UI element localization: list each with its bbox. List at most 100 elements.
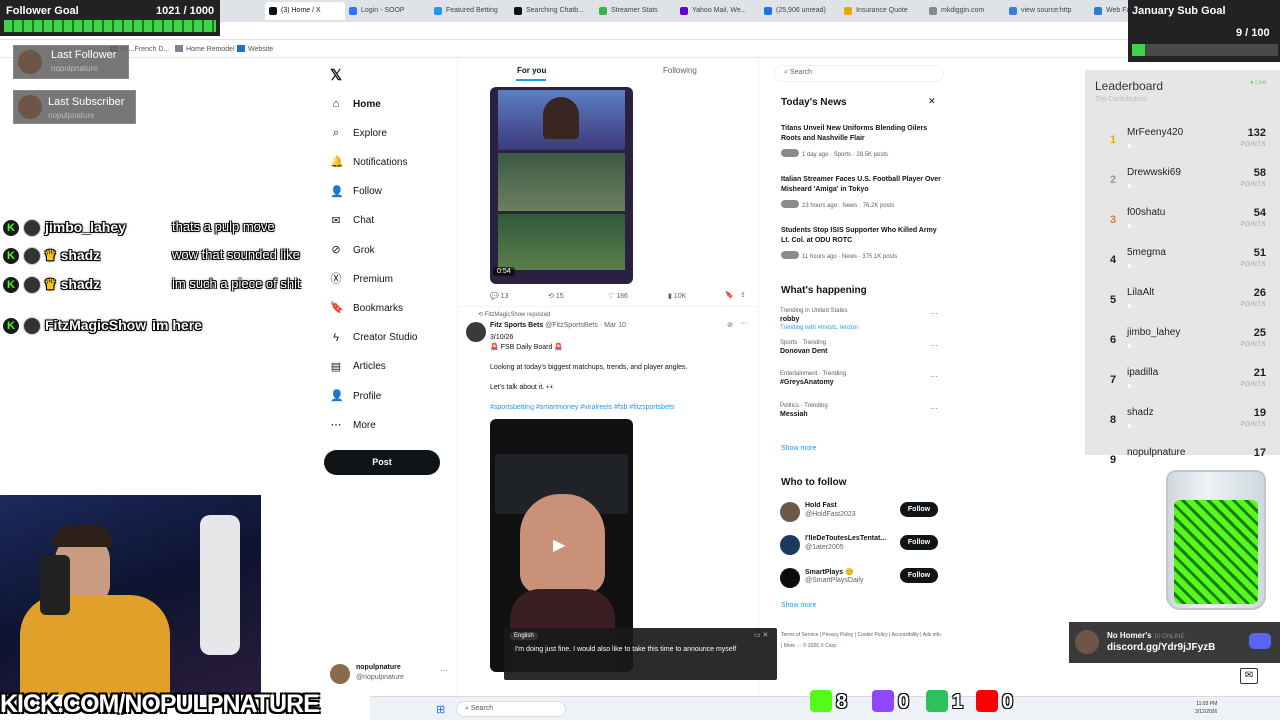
more-icon[interactable]: ··· [930,404,938,413]
follow-button[interactable]: Follow [900,502,938,517]
x-logo-icon[interactable]: 𝕏 [330,66,342,84]
show-more-link[interactable]: Show more [781,602,816,609]
account-switcher[interactable]: nopulpnature @nopulpnature ··· [330,664,450,688]
browser-tab[interactable]: Searching Chatb... [510,2,590,20]
leaderboard-score: 51 [1253,247,1266,259]
nav-label: Premium [353,273,394,285]
browser-tab[interactable]: (25,906 unread) [760,2,840,20]
post-hashtags[interactable]: #sportsbetting #smartmoney #viralreels #… [490,403,750,413]
nav-home[interactable]: ⌂ Home [330,98,381,110]
nav-premium[interactable]: Ⓧ Premium [330,273,394,285]
windows-start-icon[interactable]: ⊞ [436,703,445,716]
trend-context: Trending in United States [780,308,848,314]
trend-item[interactable]: Trending in United States robby Trending w… [780,308,858,331]
reply-button[interactable]: 💬 13 [490,292,508,300]
avatar[interactable] [780,568,800,588]
points-label: POINTS [1240,422,1266,428]
caption-controls[interactable]: ▭ ✕ [754,631,768,639]
follow-suggestion: SmartPlays 😊 @SmartPlaysDaily Follow [780,568,940,592]
nav-more[interactable]: ⋯ More [330,419,376,431]
follow-button[interactable]: Follow [900,568,938,583]
leaderboard-row: 1 MrFeeny420 132 POINTS ● [1085,122,1280,162]
more-circle-icon: ⋯ [330,419,342,432]
avatar [18,50,42,74]
nav-chat[interactable]: ✉ Chat [330,215,374,227]
trend-extra[interactable]: Trending with #mnstc, lenzon [780,325,858,331]
suggestion-name[interactable]: SmartPlays 😊 [805,568,893,576]
show-more-link[interactable]: Show more [781,445,816,452]
news-headline[interactable]: Titans Unveil New Uniforms Blending Oile… [781,124,941,144]
news-meta: 11 hours ago · News · 375.1K posts [781,251,897,260]
last-follower-label: Last Follower [51,49,117,61]
nav-label: Bookmarks [353,302,404,314]
mail-icon[interactable]: ✉ [1240,668,1258,684]
share-icon[interactable]: ⇪ [740,291,746,299]
last-subscriber-label: Last Subscriber [48,96,125,108]
views-button[interactable]: ▮ 10K [668,292,686,300]
nav-creator-studio[interactable]: ϟ Creator Studio [330,332,417,344]
kick-url-banner: KICK.COM/NOPULPNATURE [0,690,320,718]
avatar[interactable] [466,322,486,342]
nav-explore[interactable]: ⌕ Explore [330,127,387,139]
nav-profile[interactable]: 👤 Profile [330,390,381,402]
browser-tab[interactable]: Yahoo Mail, We... [676,2,756,20]
tab-for-you[interactable]: For you [517,66,546,75]
avatar[interactable] [780,535,800,555]
post-button[interactable]: Post [324,450,440,475]
points-label: POINTS [1240,262,1266,268]
browser-tab[interactable]: view source:http [1005,2,1085,20]
browser-tab[interactable]: Insurance Quote [840,2,920,20]
footer-links[interactable]: Terms of Service | Privacy Policy | Cook… [781,630,941,652]
grok-icon[interactable]: ⊘ [727,321,733,329]
system-clock[interactable]: 11:03 PM 3/12/2026 [1195,700,1217,716]
avatar-stack [781,200,799,208]
person-plus-icon: 👤 [330,185,344,198]
tab-following[interactable]: Following [663,66,697,75]
avatar[interactable] [780,502,800,522]
search-input[interactable]: ⌕ Search [774,65,944,82]
trend-item[interactable]: Entertainment · Trending #GreysAnatomy [780,371,846,386]
nav-follow[interactable]: 👤 Follow [330,186,382,198]
suggestion-name[interactable]: l'IleDeToutesLesTentat... [805,535,893,542]
favicon-icon [1009,7,1017,15]
nav-grok[interactable]: ⊘ Grok [330,244,374,256]
news-headline[interactable]: Students Stop ISIS Supporter Who Killed … [781,226,941,246]
trend-item[interactable]: Politics · Trending Messiah [780,403,828,418]
news-headline[interactable]: Italian Streamer Faces U.S. Football Pla… [781,175,941,195]
post-text: Let's talk about it. 👀 [490,384,555,391]
caption-language[interactable]: English [510,632,538,640]
suggestion-name[interactable]: Hold Fast [805,502,893,509]
bookmark-item[interactable]: Website [237,45,273,53]
more-icon[interactable]: ··· [930,309,938,318]
news-meta-text: 11 hours ago · News · 375.1K posts [802,254,898,260]
follow-button[interactable]: Follow [900,535,938,550]
follower-goal-label: Follower Goal [6,5,79,17]
leaderboard-rank: 5 [1109,294,1117,306]
video-thumbnail[interactable]: 0:54 [490,87,633,284]
more-icon[interactable]: ··· [440,666,448,675]
trend-item[interactable]: Sports · Trending Donovan Dent [780,340,827,355]
more-icon[interactable]: ··· [740,320,747,327]
play-icon[interactable]: ▶ [553,535,565,555]
more-icon[interactable]: ··· [930,372,938,381]
bookmark-item[interactable]: Home Remodel [175,45,235,53]
nav-articles[interactable]: ▤ Articles [330,361,386,373]
browser-tab[interactable]: Login - SOOP [345,2,425,20]
chat-username: jimbo_lahey [45,219,126,235]
bookmarks-bar: All...French D... Home Remodel Website [0,40,1280,58]
bookmark-icon[interactable]: 🔖 [725,291,734,299]
close-icon[interactable]: ✕ [928,96,936,107]
post-author[interactable]: Fitz Sports Bets [490,322,543,329]
browser-tab[interactable]: (3) Home / X [265,2,345,20]
nav-bookmarks[interactable]: 🔖 Bookmarks [330,302,403,314]
browser-tab[interactable]: Featured Betting [430,2,510,20]
taskbar-search[interactable]: ⌕ Search [456,701,566,717]
more-icon[interactable]: ··· [930,341,938,350]
repost-button[interactable]: ⟲ 15 [548,292,564,300]
user-badge-icon [23,317,41,336]
nav-notifications[interactable]: 🔔 Notifications [330,156,407,168]
browser-tab[interactable]: Streamer Stats [595,2,675,20]
like-button[interactable]: ♡ 186 [608,292,628,300]
browser-tab[interactable]: mkdiggin.com [925,2,1005,20]
crown-icon: ♛ [44,276,57,292]
